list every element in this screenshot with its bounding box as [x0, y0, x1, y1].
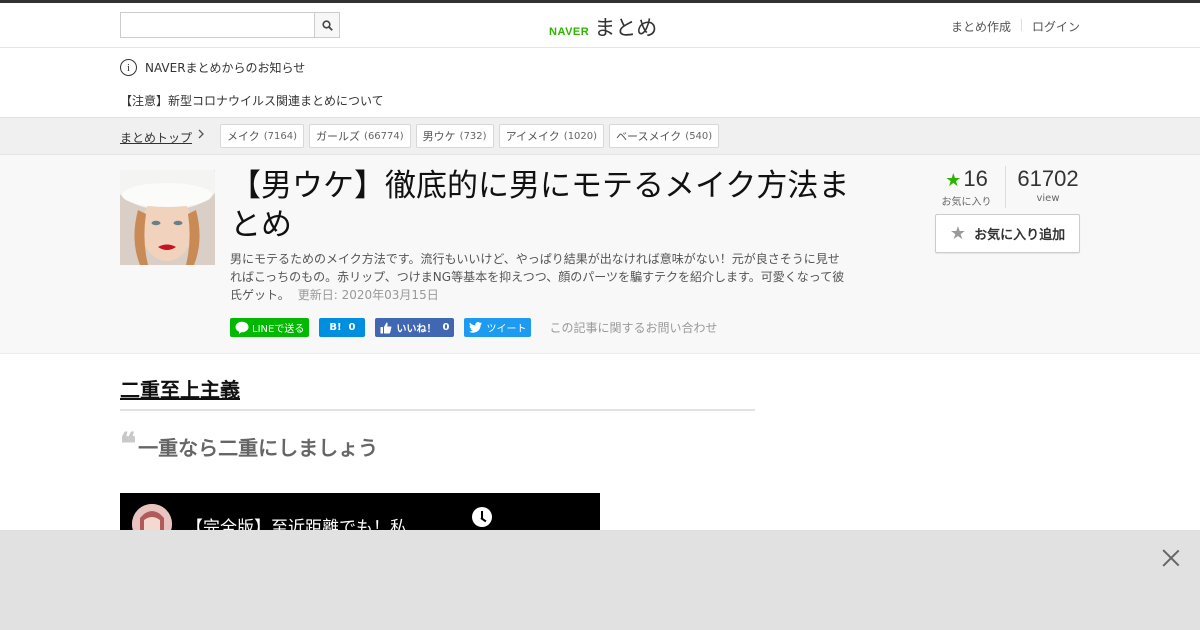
section-heading: 二重至上主義 [120, 374, 755, 411]
views-count: 61702 [1017, 166, 1079, 191]
tag-girls[interactable]: ガールズ (66774) [309, 124, 411, 148]
close-icon[interactable] [1162, 549, 1180, 567]
section-heading-link[interactable]: 二重至上主義 [120, 378, 240, 402]
info-icon: i [120, 59, 137, 76]
search-icon [321, 19, 333, 31]
ad-overlay-banner [0, 530, 1200, 630]
tweet-button[interactable]: ツイート [464, 318, 532, 337]
hatena-bookmark-button[interactable]: B! 0 [319, 318, 366, 337]
article-thumbnail [120, 170, 215, 265]
article-body: 二重至上主義 ❝ 一重なら二重にしましょう 【完全版】至近距離でも！私 [0, 354, 1200, 533]
header-link-divider [1020, 19, 1022, 31]
tag-label: ガールズ [316, 130, 361, 143]
search-box [120, 12, 340, 38]
favorites-stat: ★16 お気に入り [936, 166, 1006, 208]
tag-otokouke[interactable]: 男ウケ (732) [415, 124, 494, 148]
tag-makeup[interactable]: メイク (7164) [220, 124, 305, 148]
star-icon: ★ [945, 170, 962, 190]
tag-label: アイメイク [505, 130, 560, 143]
tweet-label: ツイート [486, 324, 527, 335]
tag-base-makeup[interactable]: ベースメイク (540) [609, 124, 720, 148]
article-description: 男にモテるためのメイク方法です。流行もいいけど、やっぱり結果が出なければ意味がな… [230, 250, 850, 304]
tag-label: 男ウケ [422, 130, 456, 143]
quote-heading: ❝ 一重なら二重にしましょう [120, 427, 379, 461]
search-button[interactable] [314, 13, 339, 37]
site-header: NAVER まとめ まとめ作成 ログイン [0, 3, 1200, 48]
add-favorite-label: お気に入り追加 [974, 228, 1066, 243]
star-outline-icon: ★ [949, 223, 967, 244]
hatena-count: 0 [348, 322, 356, 333]
breadcrumb: まとめトップ メイク (7164) ガールズ (66774) 男ウケ (732) アイ… [0, 118, 1200, 155]
channel-avatar[interactable] [132, 504, 172, 533]
article-header: 【男ウケ】徹底的に男にモテるメイク方法まとめ 男にモテるためのメイク方法です。流… [0, 155, 1200, 354]
breadcrumb-top-link[interactable]: まとめトップ [120, 129, 192, 146]
views-stat: 61702 view [1006, 166, 1080, 208]
facebook-like-button[interactable]: いいね！ 0 [375, 318, 455, 337]
updated-date: 更新日: 2020年03月15日 [297, 288, 439, 302]
tag-count: (66774) [364, 130, 404, 142]
article-title: 【男ウケ】徹底的に男にモテるメイク方法まとめ [230, 168, 850, 243]
quote-text: 一重なら二重にしましょう [138, 436, 379, 460]
line-share-button[interactable]: LINEで送る [230, 318, 310, 337]
video-embed[interactable]: 【完全版】至近距離でも！私 [120, 493, 600, 533]
notice-item-link[interactable]: 【注意】新型コロナウイルス関連まとめについて [120, 92, 384, 109]
facebook-like-count: 0 [442, 322, 450, 333]
views-label: view [1036, 193, 1060, 204]
tag-label: ベースメイク [616, 130, 682, 143]
tag-label: メイク [227, 130, 260, 143]
tag-list: メイク (7164) ガールズ (66774) 男ウケ (732) アイメイク (102… [220, 124, 720, 148]
line-icon [235, 321, 249, 334]
site-logo[interactable]: NAVER まとめ [549, 12, 657, 42]
search-input[interactable] [121, 13, 314, 37]
login-link[interactable]: ログイン [1032, 18, 1080, 35]
share-bar: LINEで送る B! 0 いいね！ 0 ツイート この記事に関するお問い合わせ [230, 318, 717, 337]
twitter-bird-icon [469, 322, 483, 333]
notice-title: NAVERまとめからのお知らせ [145, 61, 306, 75]
line-share-label: LINEで送る [252, 324, 305, 335]
logo-matome: まとめ [594, 16, 658, 40]
contact-link[interactable]: この記事に関するお問い合わせ [549, 319, 717, 336]
tag-count: (1020) [563, 130, 598, 142]
create-matome-link[interactable]: まとめ作成 [951, 18, 1011, 35]
facebook-like-label: いいね！ [396, 324, 437, 335]
favorites-label: お気に入り [941, 197, 992, 208]
favorites-count: 16 [963, 166, 988, 191]
logo-naver: NAVER [549, 26, 590, 38]
tag-eye-makeup[interactable]: アイメイク (1020) [498, 124, 605, 148]
add-favorite-button[interactable]: ★ お気に入り追加 [935, 214, 1080, 253]
tag-count: (7164) [263, 130, 298, 142]
hatena-icon: B! [329, 322, 342, 333]
notice-area: i NAVERまとめからのお知らせ 【注意】新型コロナウイルス関連まとめについて [0, 48, 1200, 118]
watch-later-icon[interactable] [472, 507, 492, 527]
tag-count: (732) [459, 130, 487, 142]
header-links: まとめ作成 ログイン [951, 18, 1080, 35]
chevron-right-icon [197, 128, 205, 144]
article-stats: ★16 お気に入り 61702 view [936, 166, 1080, 208]
thumbs-up-icon [380, 322, 392, 333]
tag-count: (540) [685, 130, 713, 142]
notice-heading: i NAVERまとめからのお知らせ [120, 59, 305, 76]
quote-mark-icon: ❝ [120, 427, 137, 461]
